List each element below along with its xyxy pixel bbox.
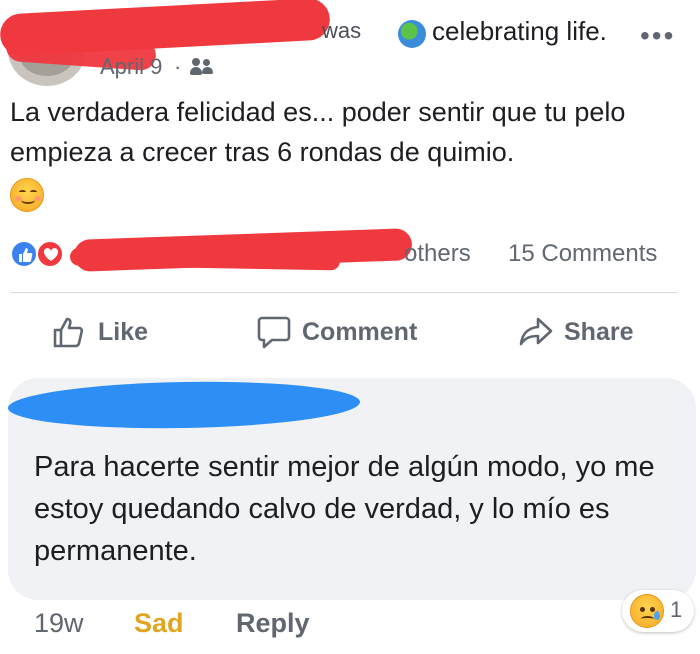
thumbs-up-icon — [53, 317, 84, 348]
post-date[interactable]: April 9 — [100, 54, 162, 80]
comment-button[interactable]: Comment — [256, 312, 417, 352]
feeling-text: celebrating life. — [432, 16, 607, 46]
comment-bubble-icon — [257, 316, 291, 349]
comment-reaction-badge[interactable]: 1 — [622, 590, 694, 632]
friends-icon[interactable] — [190, 58, 214, 76]
post-header: was celebrating life. ••• April 9 · — [0, 0, 700, 90]
post-action-text: was — [322, 18, 362, 43]
share-arrow-icon — [519, 317, 553, 346]
reply-button[interactable]: Reply — [236, 608, 310, 639]
post-action-bar: Like Comment Share — [0, 300, 700, 360]
comment-label: Comment — [302, 317, 418, 346]
divider — [10, 292, 678, 293]
like-button[interactable]: Like — [52, 312, 148, 352]
post-text: La verdadera felicidad es... poder senti… — [10, 97, 626, 167]
share-button[interactable]: Share — [518, 312, 633, 352]
globe-icon — [398, 20, 426, 48]
like-reaction-icon — [10, 240, 38, 268]
comments-count[interactable]: 15 Comments — [508, 240, 657, 268]
separator-dot: · — [174, 54, 182, 79]
comment-timestamp[interactable]: 19w — [34, 608, 84, 639]
heart-reaction-icon — [36, 240, 64, 268]
reactions-summary[interactable]: others 15 Comments — [0, 228, 700, 276]
comment-meta: 19w Sad Reply — [0, 602, 700, 646]
more-options-icon[interactable]: ••• — [640, 20, 675, 52]
reaction-count: 1 — [670, 597, 683, 622]
share-label: Share — [564, 317, 634, 346]
smiling-face-icon — [10, 178, 44, 212]
comment-text: Para hacerte sentir mejor de algún modo,… — [34, 451, 655, 567]
sad-face-icon — [630, 594, 664, 628]
sad-reaction-button[interactable]: Sad — [134, 608, 184, 639]
like-label: Like — [98, 317, 149, 346]
others-count[interactable]: others — [404, 240, 471, 268]
